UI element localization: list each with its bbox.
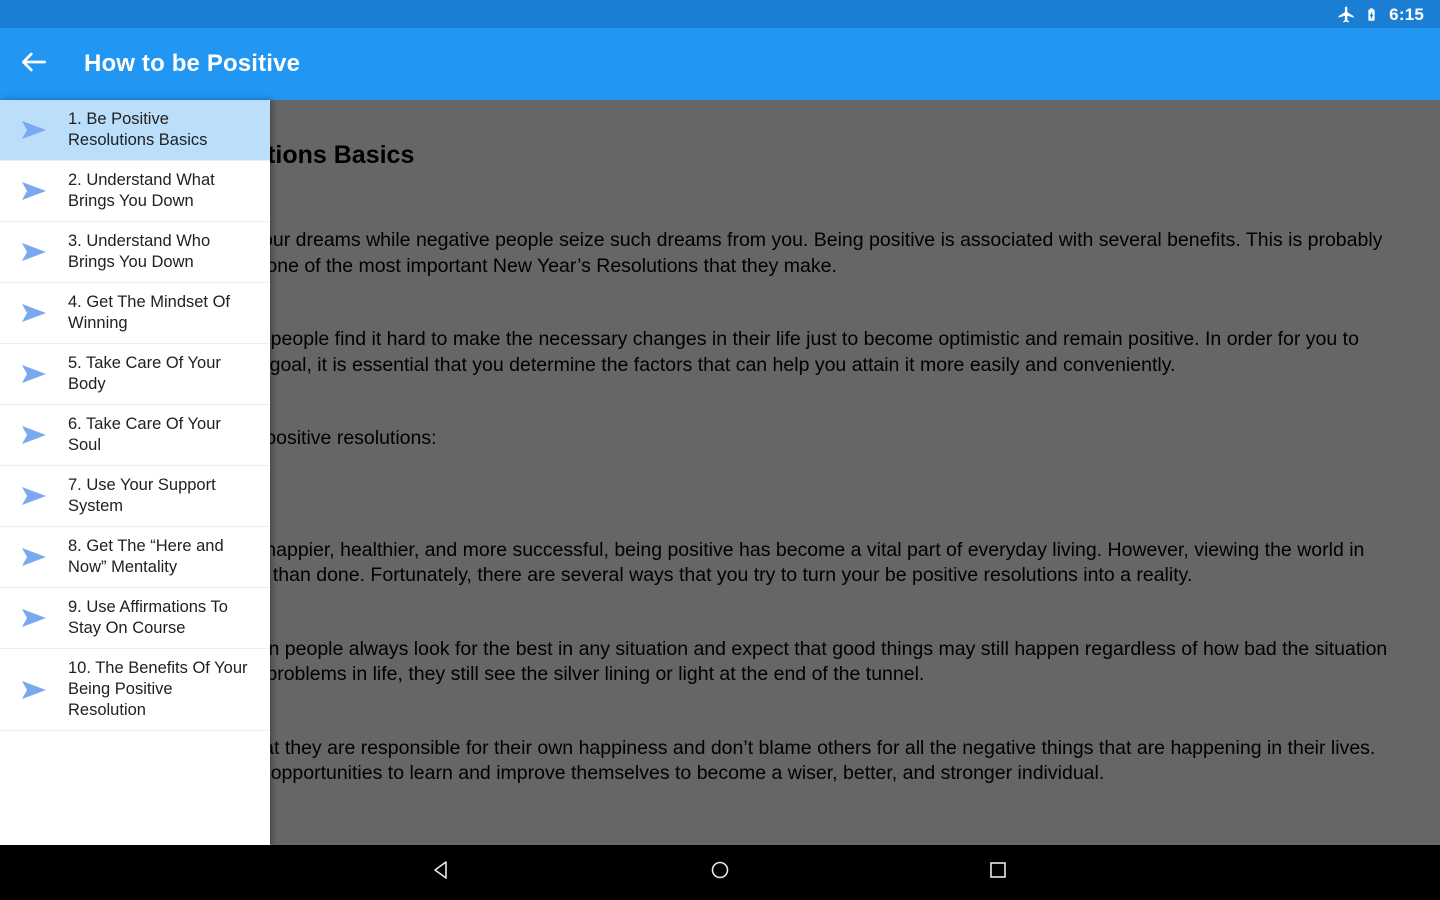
drawer-item-1[interactable]: 1. Be Positive Resolutions Basics (0, 100, 270, 161)
drawer-item-5[interactable]: 5. Take Care Of Your Body (0, 344, 270, 405)
system-back-button[interactable] (410, 845, 474, 900)
status-bar-clock: 6:15 (1389, 4, 1424, 24)
android-screen: 6:15 How to be Positive Be Positive Reso… (0, 0, 1440, 900)
back-button[interactable] (2, 32, 66, 96)
arrow-bullet-icon (0, 363, 68, 385)
system-home-button[interactable] (688, 845, 752, 900)
drawer-item-label: 1. Be Positive Resolutions Basics (68, 110, 208, 149)
drawer-item-label: 5. Take Care Of Your Body (68, 354, 221, 393)
back-triangle-icon (430, 858, 454, 887)
arrow-bullet-icon (0, 241, 68, 263)
back-arrow-icon (18, 46, 50, 83)
drawer-item-label: 6. Take Care Of Your Soul (68, 415, 221, 454)
drawer-item-label: 3. Understand Who Brings You Down (68, 232, 211, 271)
navigation-drawer: 1. Be Positive Resolutions Basics 2. Und… (0, 100, 270, 845)
page-title: How to be Positive (84, 50, 301, 77)
drawer-item-label: 4. Get The Mindset Of Winning (68, 293, 231, 332)
drawer-item-2[interactable]: 2. Understand What Brings You Down (0, 161, 270, 222)
battery-charging-icon (1364, 5, 1379, 24)
drawer-item-label: 8. Get The “Here and Now” Mentality (68, 537, 224, 576)
home-circle-icon (708, 858, 732, 887)
drawer-item-8[interactable]: 8. Get The “Here and Now” Mentality (0, 527, 270, 588)
recents-square-icon (986, 858, 1010, 887)
drawer-item-label: 9. Use Affirmations To Stay On Course (68, 598, 228, 637)
arrow-bullet-icon (0, 424, 68, 446)
drawer-item-label: 7. Use Your Support System (68, 476, 216, 515)
status-bar-icons: 6:15 (1337, 5, 1424, 24)
system-navigation-bar (0, 845, 1440, 900)
arrow-bullet-icon (0, 302, 68, 324)
drawer-item-label: 10. The Benefits Of Your Being Positive … (68, 659, 248, 719)
drawer-item-3[interactable]: 3. Understand Who Brings You Down (0, 222, 270, 283)
drawer-item-label: 2. Understand What Brings You Down (68, 171, 215, 210)
arrow-bullet-icon (0, 119, 68, 141)
airplane-mode-icon (1337, 5, 1356, 24)
arrow-bullet-icon (0, 546, 68, 568)
system-recents-button[interactable] (966, 845, 1030, 900)
arrow-bullet-icon (0, 485, 68, 507)
arrow-bullet-icon (0, 180, 68, 202)
drawer-item-9[interactable]: 9. Use Affirmations To Stay On Course (0, 588, 270, 649)
drawer-item-10[interactable]: 10. The Benefits Of Your Being Positive … (0, 649, 270, 731)
drawer-item-7[interactable]: 7. Use Your Support System (0, 466, 270, 527)
arrow-bullet-icon (0, 679, 68, 701)
status-bar: 6:15 (0, 0, 1440, 28)
arrow-bullet-icon (0, 607, 68, 629)
drawer-item-6[interactable]: 6. Take Care Of Your Soul (0, 405, 270, 466)
drawer-item-4[interactable]: 4. Get The Mindset Of Winning (0, 283, 270, 344)
app-bar: How to be Positive (0, 28, 1440, 100)
